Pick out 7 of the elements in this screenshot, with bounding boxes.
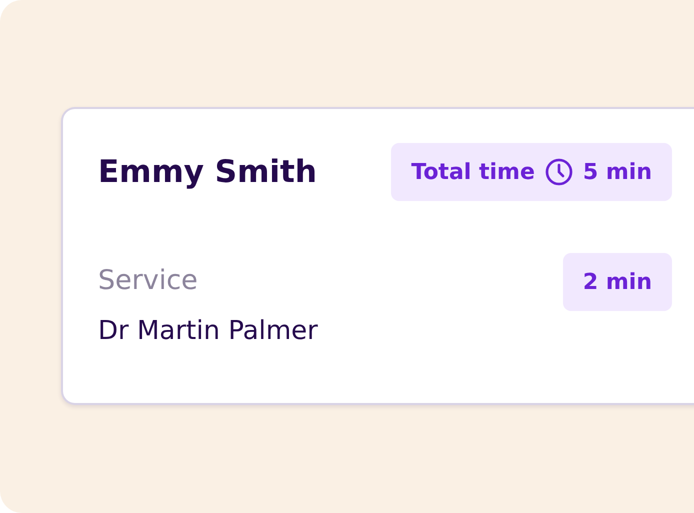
- clock-icon: [544, 158, 573, 186]
- service-label: Service: [98, 265, 199, 296]
- total-time-label: Total time: [411, 160, 535, 184]
- total-time-value: 5 min: [582, 160, 652, 184]
- duration-badge: 2 min: [562, 253, 672, 311]
- provider-name: Dr Martin Palmer: [98, 316, 318, 346]
- patient-name: Emmy Smith: [98, 154, 317, 190]
